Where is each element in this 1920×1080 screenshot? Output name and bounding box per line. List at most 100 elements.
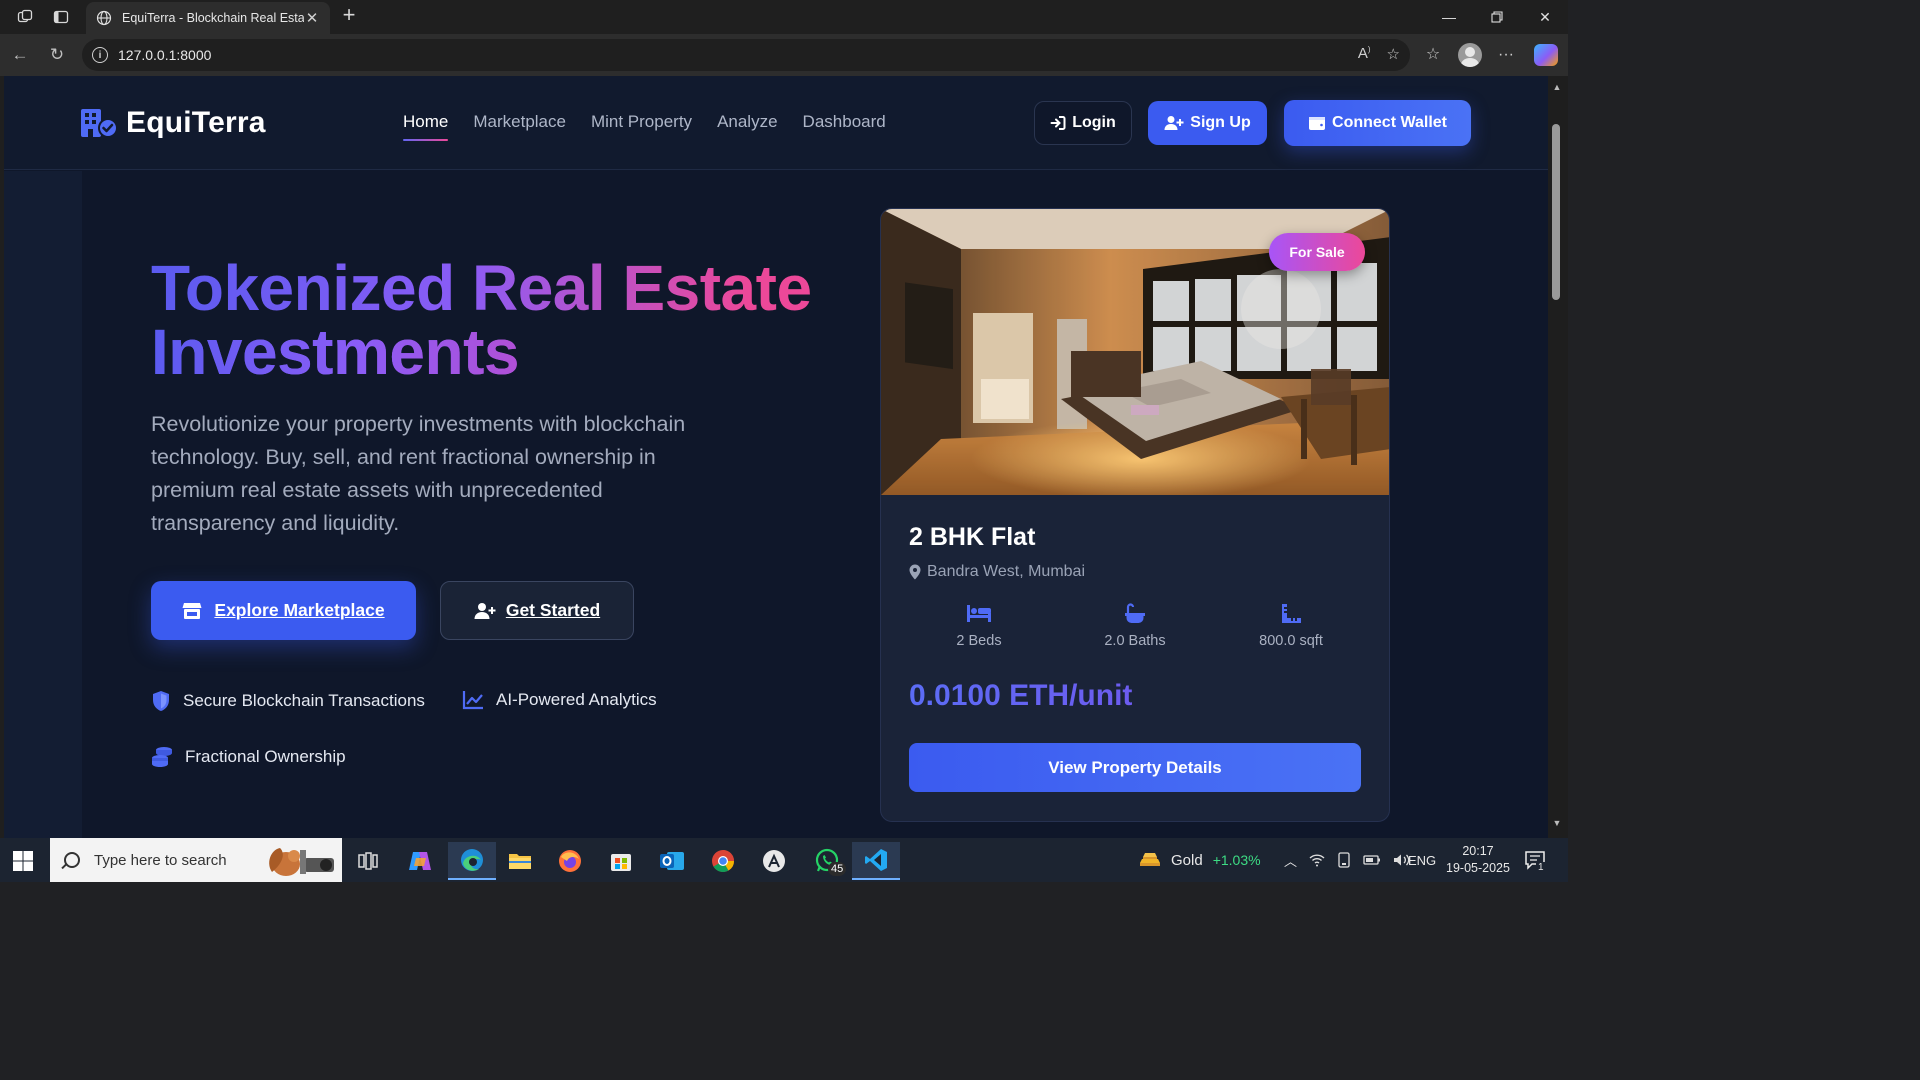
bed-icon	[967, 605, 991, 622]
wifi-icon[interactable]	[1309, 853, 1325, 867]
gold-bars-icon	[1140, 853, 1160, 866]
favorites-icon[interactable]: ☆	[1421, 43, 1445, 67]
login-label: Login	[1072, 114, 1116, 131]
spec-area: 800.0 sqft	[1231, 603, 1351, 649]
page-scrollbar[interactable]: ▲ ▼	[1548, 76, 1568, 838]
signup-button[interactable]: Sign Up	[1148, 101, 1267, 145]
bath-icon	[1125, 603, 1145, 623]
language-indicator[interactable]: ENG	[1408, 838, 1436, 882]
ms-store-icon[interactable]	[603, 842, 639, 880]
task-view-icon[interactable]	[350, 842, 386, 880]
system-tray: ︿	[1284, 838, 1411, 882]
ticker-change: +1.03%	[1212, 852, 1261, 868]
login-button[interactable]: Login	[1034, 101, 1132, 145]
nav-mint-property[interactable]: Mint Property	[591, 112, 692, 132]
file-explorer-icon[interactable]	[502, 842, 538, 880]
clock-time: 20:17	[1462, 844, 1494, 858]
edge-taskbar-icon[interactable]	[448, 842, 496, 880]
site-header: EquiTerra Home Marketplace Mint Property…	[4, 76, 1548, 170]
coins-icon	[152, 747, 172, 767]
spec-beds: 2 Beds	[919, 603, 1039, 649]
profile-avatar[interactable]	[1458, 43, 1482, 67]
status-badge: For Sale	[1269, 233, 1365, 271]
page-viewport: EquiTerra Home Marketplace Mint Property…	[4, 76, 1548, 838]
more-menu-icon[interactable]: ···	[1494, 43, 1518, 67]
tab-title: EquiTerra - Blockchain Real Estate	[122, 11, 304, 25]
get-started-button[interactable]: Get Started	[440, 581, 634, 640]
vscode-icon[interactable]	[852, 842, 900, 880]
location-text: Bandra West, Mumbai	[927, 563, 1085, 580]
language-text: ENG	[1408, 852, 1437, 868]
feature-label: AI-Powered Analytics	[496, 690, 657, 709]
globe-icon	[96, 10, 112, 26]
firefox-icon[interactable]	[552, 842, 588, 880]
explore-marketplace-button[interactable]: Explore Marketplace	[151, 581, 416, 640]
copilot-icon[interactable]	[1534, 44, 1558, 66]
outlook-icon[interactable]	[654, 842, 690, 880]
workspaces-icon[interactable]	[14, 6, 36, 28]
sign-in-icon	[1050, 116, 1066, 130]
back-button[interactable]: ←	[8, 44, 32, 66]
windows-start-icon[interactable]	[12, 850, 34, 872]
ticker-name: Gold	[1171, 851, 1203, 869]
wallet-icon	[1309, 117, 1326, 130]
property-price: 0.0100 ETH/unit	[909, 679, 1133, 712]
scroll-up-arrow[interactable]: ▲	[1552, 82, 1562, 92]
property-location: Bandra West, Mumbai	[909, 563, 1085, 581]
new-tab-button[interactable]: +	[338, 4, 360, 28]
minimize-button[interactable]: —	[1426, 6, 1472, 28]
read-aloud-icon[interactable]: A)	[1358, 45, 1371, 63]
property-card[interactable]: For Sale 2 BHK Flat Bandra West, Mumbai …	[880, 208, 1390, 822]
store-icon	[182, 602, 202, 619]
get-started-label: Get Started	[505, 600, 601, 620]
favorite-star-icon[interactable]: ☆	[1387, 45, 1400, 63]
nav-analyze[interactable]: Analyze	[717, 112, 777, 132]
view-property-details-button[interactable]: View Property Details	[909, 743, 1361, 792]
signup-label: Sign Up	[1190, 114, 1251, 131]
scroll-down-arrow[interactable]: ▼	[1552, 818, 1562, 828]
hero-title-line1: Tokenized Real Estate	[151, 252, 812, 324]
feature-fractional-ownership: Fractional Ownership	[151, 746, 346, 768]
tab-equiterra[interactable]: EquiTerra - Blockchain Real Estate ✕	[86, 2, 330, 34]
clock[interactable]: 20:17 19-05-2025	[1446, 838, 1510, 882]
app-store-icon[interactable]	[756, 842, 792, 880]
battery-icon[interactable]	[1363, 854, 1381, 866]
property-image[interactable]: For Sale	[881, 209, 1389, 495]
close-tab-icon[interactable]: ✕	[304, 9, 320, 27]
building-check-icon	[81, 109, 118, 138]
site-info-icon[interactable]: i	[92, 47, 108, 63]
scrollbar-thumb[interactable]	[1552, 124, 1560, 300]
hero-description: Revolutionize your property investments …	[151, 412, 686, 535]
notification-center[interactable]: 1	[1524, 838, 1546, 882]
whatsapp-icon[interactable]: 45	[806, 842, 850, 880]
search-placeholder: Type here to search	[94, 851, 227, 869]
chevron-up-icon[interactable]: ︿	[1284, 851, 1297, 870]
address-bar[interactable]: i 127.0.0.1:8000 A) ☆	[82, 39, 1410, 71]
search-highlight-art	[264, 842, 340, 880]
address-row: ← ↻ i 127.0.0.1:8000 A) ☆ ☆ ···	[0, 34, 1568, 76]
refresh-button[interactable]: ↻	[45, 44, 69, 66]
nav-home[interactable]: Home	[403, 112, 449, 141]
nav-marketplace[interactable]: Marketplace	[473, 112, 566, 132]
feature-label: Secure Blockchain Transactions	[183, 691, 425, 710]
left-gutter	[4, 171, 82, 838]
map-pin-icon	[909, 564, 921, 580]
site-logo[interactable]: EquiTerra	[80, 106, 266, 140]
weather-ticker[interactable]: Gold +1.03%	[1138, 838, 1261, 882]
copilot-taskbar-icon[interactable]	[402, 842, 438, 880]
close-window-button[interactable]: ✕	[1522, 6, 1568, 28]
ruler-icon	[1282, 604, 1301, 623]
user-plus-icon	[474, 602, 496, 619]
connect-wallet-button[interactable]: Connect Wallet	[1284, 100, 1471, 146]
nav-dashboard[interactable]: Dashboard	[803, 112, 886, 132]
property-title: 2 BHK Flat	[909, 523, 1036, 551]
spec-label: 800.0 sqft	[1259, 633, 1323, 649]
feature-secure-transactions: Secure Blockchain Transactions	[151, 690, 425, 712]
restore-button[interactable]	[1474, 6, 1520, 28]
tab-bar: EquiTerra - Blockchain Real Estate ✕ + —…	[0, 0, 1568, 34]
chrome-icon[interactable]	[705, 842, 741, 880]
tab-actions-icon[interactable]	[50, 6, 72, 28]
device-icon[interactable]	[1337, 852, 1351, 868]
feature-label: Fractional Ownership	[185, 747, 346, 766]
spec-label: 2.0 Baths	[1104, 633, 1166, 649]
